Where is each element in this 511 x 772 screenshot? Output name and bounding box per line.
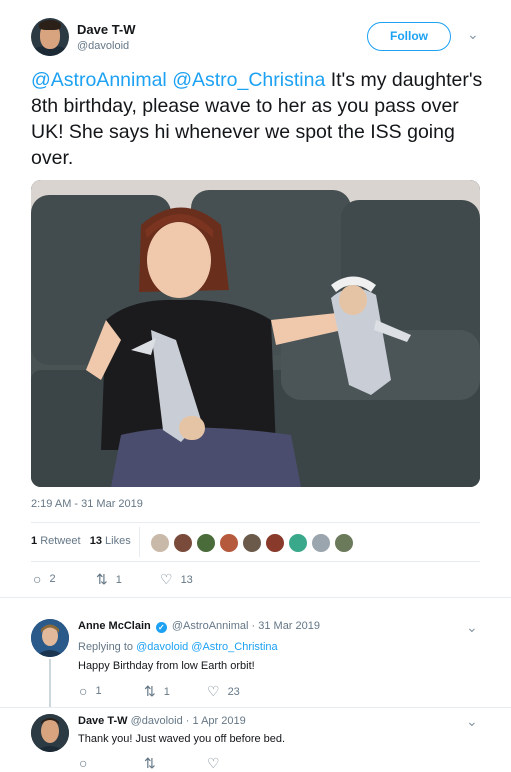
like-button[interactable]: ♡ 13	[160, 571, 193, 588]
reply-button[interactable]: ○ 1	[79, 683, 102, 699]
reply-author-handle[interactable]: @AstroAnnimal	[172, 620, 249, 632]
reply-date[interactable]: · 1 Apr 2019	[186, 715, 246, 727]
like-button[interactable]: ♡ 23	[207, 683, 240, 700]
likes-label[interactable]: Likes	[105, 535, 131, 547]
divider	[31, 561, 480, 562]
retweet-button[interactable]: ⇅	[144, 755, 164, 772]
tweet-stats: 1 Retweet 13 Likes	[31, 535, 131, 547]
liker-avatar[interactable]	[219, 533, 239, 553]
retweet-icon: ⇅	[144, 683, 156, 699]
retweet-action-count: 1	[163, 685, 170, 698]
avatar[interactable]	[31, 714, 69, 752]
reply-count: 2	[49, 573, 56, 585]
reply-text: Thank you! Just waved you off before bed…	[78, 733, 286, 745]
avatar[interactable]	[31, 619, 69, 657]
avatar-illustration	[31, 714, 69, 752]
retweet-label[interactable]: Retweet	[40, 535, 80, 547]
liker-avatar[interactable]	[242, 533, 262, 553]
liker-avatar[interactable]	[265, 533, 285, 553]
like-action-count: 13	[180, 573, 193, 586]
retweet-icon: ⇅	[96, 571, 108, 587]
replying-to-label: Replying to	[78, 641, 134, 653]
reply-header: Dave T-W @davoloid · 1 Apr 2019	[78, 715, 246, 727]
mention-link[interactable]: @Astro_Christina	[172, 69, 325, 91]
tweet-photo[interactable]	[31, 180, 480, 487]
liker-avatar[interactable]	[150, 533, 170, 553]
likes-count[interactable]: 13	[90, 535, 102, 547]
chevron-down-icon[interactable]: ⌄	[467, 26, 479, 43]
reply-date[interactable]: · 31 Mar 2019	[252, 620, 320, 632]
divider	[0, 597, 511, 598]
reply-author-handle[interactable]: @davoloid	[131, 715, 183, 727]
photo-illustration	[31, 180, 480, 487]
reply-icon: ○	[79, 755, 88, 771]
reply-author-name[interactable]: Anne McClain	[78, 620, 151, 632]
reply-button[interactable]: ○ 2	[33, 571, 56, 587]
chevron-down-icon[interactable]: ⌄	[466, 713, 478, 730]
replying-to-handles[interactable]: @davoloid @Astro_Christina	[136, 641, 278, 653]
author-handle[interactable]: @davoloid	[77, 40, 129, 52]
reply-author-name[interactable]: Dave T-W	[78, 715, 128, 727]
replying-to: Replying to @davoloid @Astro_Christina	[78, 641, 278, 653]
tweet-timestamp[interactable]: 2:19 AM - 31 Mar 2019	[31, 498, 143, 510]
reply-header: Anne McClain ✓ @AstroAnnimal · 31 Mar 20…	[78, 620, 320, 633]
heart-icon: ♡	[207, 755, 220, 771]
reply-text: Happy Birthday from low Earth orbit!	[78, 660, 255, 672]
verified-badge-icon: ✓	[155, 622, 167, 633]
liker-avatar[interactable]	[288, 533, 308, 553]
liker-avatar[interactable]	[334, 533, 354, 553]
heart-icon: ♡	[160, 571, 173, 587]
like-button[interactable]: ♡	[207, 755, 228, 772]
tweet-header: Dave T-W @davoloid Follow ⌄	[31, 18, 491, 62]
reply-icon: ○	[33, 571, 42, 587]
tweet-text: @AstroAnnimal @Astro_Christina It's my d…	[31, 67, 486, 171]
reply-button[interactable]: ○	[79, 755, 95, 771]
liker-avatar[interactable]	[311, 533, 331, 553]
follow-button[interactable]: Follow	[367, 22, 451, 51]
chevron-down-icon[interactable]: ⌄	[466, 619, 478, 636]
like-action-count: 23	[227, 685, 240, 698]
divider	[31, 522, 480, 523]
avatar-illustration	[31, 619, 69, 657]
divider	[139, 527, 140, 557]
thread-connector	[49, 659, 51, 707]
retweet-button[interactable]: ⇅ 1	[144, 683, 170, 700]
mention-link[interactable]: @AstroAnnimal	[31, 69, 167, 91]
retweet-count[interactable]: 1	[31, 535, 37, 547]
author-name[interactable]: Dave T-W	[77, 22, 136, 37]
retweet-icon: ⇅	[144, 755, 156, 771]
liker-avatar[interactable]	[173, 533, 193, 553]
heart-icon: ♡	[207, 683, 220, 699]
liker-avatar[interactable]	[196, 533, 216, 553]
reply-count: 1	[95, 685, 102, 697]
retweet-action-count: 1	[115, 573, 122, 586]
retweet-button[interactable]: ⇅ 1	[96, 571, 122, 588]
divider	[0, 707, 511, 708]
reply-icon: ○	[79, 683, 88, 699]
avatar[interactable]	[31, 18, 69, 56]
